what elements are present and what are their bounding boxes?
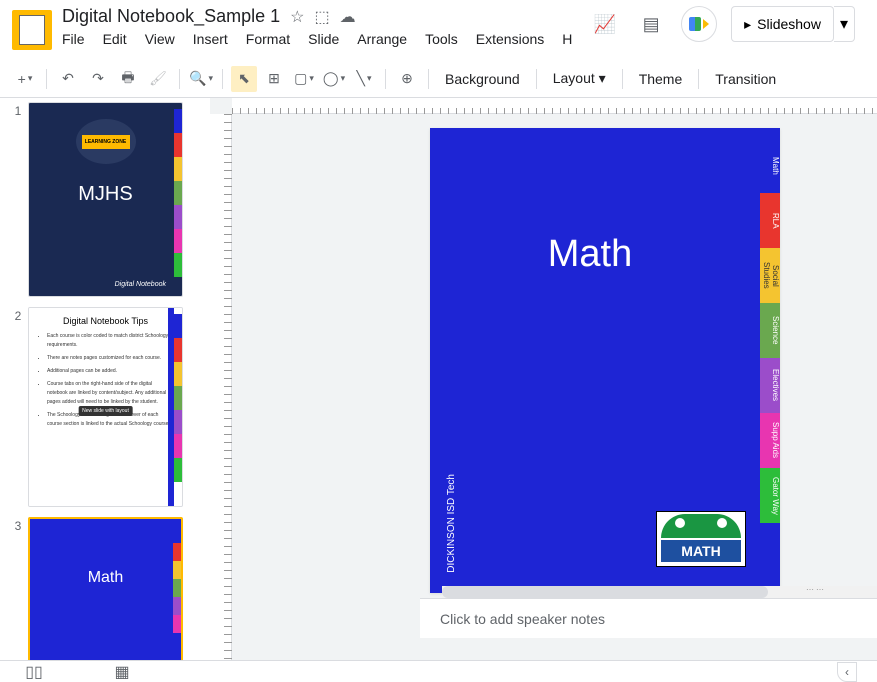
tab-rla[interactable]: RLA (760, 193, 780, 248)
slide-title[interactable]: Math (430, 233, 750, 276)
menu-file[interactable]: File (62, 31, 85, 47)
version-history-icon[interactable]: 📈 (589, 8, 621, 40)
tab-electives[interactable]: Electives (760, 358, 780, 413)
undo-button[interactable]: ↶ (55, 66, 81, 92)
vertical-ruler (210, 114, 232, 660)
print-button[interactable]: 🖶 (115, 66, 141, 92)
slide-thumbnails[interactable]: 1 LEARNING ZONE MJHS Digital Notebook 2 … (0, 98, 210, 660)
separator (622, 69, 623, 89)
filmstrip-view-icon[interactable]: ▯▯ (20, 663, 48, 681)
menu-insert[interactable]: Insert (193, 31, 228, 47)
move-icon[interactable]: ⬚ (314, 7, 329, 27)
thumb-title: MJHS (29, 183, 182, 206)
meet-icon (689, 17, 709, 31)
paint-format-button[interactable]: 🖌 (145, 66, 171, 92)
main-area: 1 LEARNING ZONE MJHS Digital Notebook 2 … (0, 98, 877, 660)
thumbnail-slide-2[interactable]: Digital Notebook Tips Each course is col… (28, 307, 183, 507)
notebook-tabs: MathRLASocial StudiesScienceElectivesSup… (760, 138, 780, 523)
comments-icon[interactable]: ▤ (635, 8, 667, 40)
speaker-notes[interactable]: Click to add speaker notes (420, 598, 877, 638)
slideshow-dropdown[interactable]: ▾ (834, 6, 855, 42)
slides-logo[interactable] (12, 10, 52, 50)
meet-button[interactable] (681, 6, 717, 42)
transition-button[interactable]: Transition (707, 71, 784, 87)
separator (222, 69, 223, 89)
tab-supp-aids[interactable]: Supp Aids (760, 413, 780, 468)
thumb-title: Math (30, 569, 181, 587)
tab-gator-way[interactable]: Gator Way (760, 468, 780, 523)
menu-edit[interactable]: Edit (103, 31, 127, 47)
cloud-icon[interactable]: ☁ (340, 7, 356, 27)
slideshow-label: Slideshow (757, 16, 821, 32)
bottom-bar: ▯▯ ▦ ‹ (0, 660, 877, 682)
tab-math[interactable]: Math (760, 138, 780, 193)
thumbnail-slide-1[interactable]: LEARNING ZONE MJHS Digital Notebook (28, 102, 183, 297)
menu-format[interactable]: Format (246, 31, 290, 47)
shape-tool[interactable]: ◯ (321, 66, 347, 92)
line-tool[interactable]: ╲ (351, 66, 377, 92)
thumb-title: Digital Notebook Tips (37, 316, 174, 326)
menu-help[interactable]: H (562, 31, 572, 47)
image-tool[interactable]: ▢ (291, 66, 317, 92)
tab-science[interactable]: Science (760, 303, 780, 358)
scrollbar-thumb[interactable] (442, 586, 768, 598)
horizontal-ruler (232, 98, 877, 114)
separator (536, 69, 537, 89)
thumb-subtitle: Digital Notebook (115, 281, 166, 288)
separator (46, 69, 47, 89)
select-tool[interactable]: ⬉ (231, 66, 257, 92)
slide-number: 3 (8, 517, 28, 660)
header-bar: Digital Notebook_Sample 1 ☆ ⬚ ☁ File Edi… (0, 0, 877, 60)
tab-social-studies[interactable]: Social Studies (760, 248, 780, 303)
menu-arrange[interactable]: Arrange (357, 31, 407, 47)
tooltip: New slide with layout (78, 406, 133, 416)
separator (179, 69, 180, 89)
notes-placeholder: Click to add speaker notes (440, 611, 857, 627)
separator (428, 69, 429, 89)
gator-icon (661, 514, 741, 538)
toolbar: + ↶ ↷ 🖶 🖌 🔍 ⬉ ⊞ ▢ ◯ ╲ ⊕ Background Layou… (0, 60, 877, 98)
collapse-icon[interactable]: ‹ (837, 662, 857, 682)
menu-extensions[interactable]: Extensions (476, 31, 544, 47)
background-button[interactable]: Background (437, 71, 528, 87)
slide-canvas[interactable]: Math MathRLASocial StudiesScienceElectiv… (430, 128, 780, 593)
menu-slide[interactable]: Slide (308, 31, 339, 47)
play-icon: ▸ (744, 16, 751, 33)
grid-view-icon[interactable]: ▦ (108, 663, 136, 681)
math-course-badge[interactable]: MATH (656, 511, 746, 567)
menu-view[interactable]: View (145, 31, 175, 47)
new-slide-button[interactable]: + (12, 66, 38, 92)
textbox-tool[interactable]: ⊞ (261, 66, 287, 92)
thumbnail-slide-3[interactable]: Math (28, 517, 183, 660)
title-area: Digital Notebook_Sample 1 ☆ ⬚ ☁ File Edi… (62, 6, 589, 47)
theme-button[interactable]: Theme (631, 71, 691, 87)
slideshow-button[interactable]: ▸ Slideshow (731, 6, 834, 42)
redo-button[interactable]: ↷ (85, 66, 111, 92)
slide-number: 2 (8, 307, 28, 507)
separator (698, 69, 699, 89)
thumb-banner: LEARNING ZONE (82, 135, 130, 149)
separator (385, 69, 386, 89)
zoom-button[interactable]: 🔍 (188, 66, 214, 92)
star-icon[interactable]: ☆ (290, 7, 304, 27)
layout-button[interactable]: Layout ▾ (545, 70, 614, 87)
resize-handle[interactable]: ⋯⋯ (806, 585, 826, 594)
canvas-area[interactable]: Math MathRLASocial StudiesScienceElectiv… (210, 98, 877, 660)
menu-tools[interactable]: Tools (425, 31, 458, 47)
doc-title[interactable]: Digital Notebook_Sample 1 (62, 6, 280, 27)
math-label: MATH (661, 540, 741, 562)
slide-number: 1 (8, 102, 28, 297)
comment-tool[interactable]: ⊕ (394, 66, 420, 92)
side-text: DICKINSON ISD Tech (446, 474, 457, 573)
menu-bar: File Edit View Insert Format Slide Arran… (62, 31, 589, 47)
